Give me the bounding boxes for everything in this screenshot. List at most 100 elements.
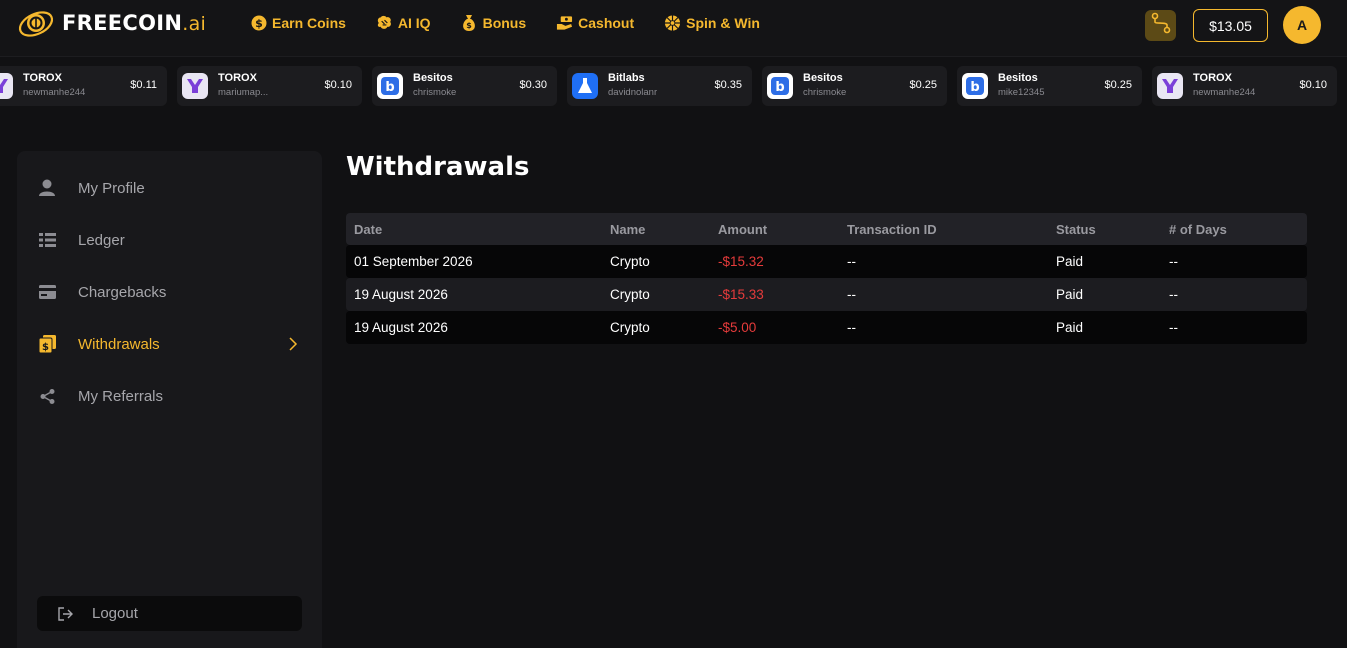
column-header-name[interactable]: Name <box>610 222 645 237</box>
column-header-status[interactable]: Status <box>1056 222 1096 237</box>
balance-button[interactable]: $13.05 <box>1193 9 1268 42</box>
nav-spin-win[interactable]: Spin & Win <box>664 15 760 32</box>
cell-days: -- <box>1169 287 1178 302</box>
ticker-name: TOROX <box>1193 72 1232 84</box>
sidebar-item-label: Chargebacks <box>78 283 167 301</box>
account-sidebar: My Profile Ledger Chargebacks $ Withdraw… <box>17 151 322 648</box>
sidebar-item-label: My Referrals <box>78 387 164 405</box>
torox-icon <box>0 73 13 99</box>
ticker-card[interactable]: TOROX mariumap... $0.10 <box>177 66 362 106</box>
sidebar-item-chargebacks[interactable]: Chargebacks <box>17 272 322 312</box>
column-header-transaction-id[interactable]: Transaction ID <box>847 222 937 237</box>
sidebar-item-label: Withdrawals <box>78 335 160 353</box>
cell-date: 19 August 2026 <box>354 287 448 302</box>
cash-hand-icon <box>556 15 573 32</box>
torox-icon <box>182 73 208 99</box>
dollar-coin-icon: $ <box>250 15 267 32</box>
ticker-user: chrismoke <box>803 87 847 98</box>
ticker-user: mariumap... <box>218 87 269 98</box>
page-title: Withdrawals <box>346 152 530 182</box>
cell-name: Crypto <box>610 254 650 269</box>
cell-days: -- <box>1169 320 1178 335</box>
ticker-card[interactable]: TOROX newmanhe244 $0.11 <box>0 66 167 106</box>
nav-ai-iq[interactable]: AI IQ <box>376 15 431 32</box>
ticker-price: $0.10 <box>1299 79 1327 91</box>
top-header: FREECOIN.ai $ Earn Coins AI IQ $ Bonus C… <box>0 0 1347 57</box>
cell-transaction-id: -- <box>847 287 856 302</box>
ticker-user: newmanhe244 <box>1193 87 1256 98</box>
sidebar-item-withdrawals[interactable]: $ Withdrawals <box>17 324 322 364</box>
ticker-price: $0.11 <box>130 79 157 91</box>
table-row: 19 August 2026 Crypto -$5.00 -- Paid -- <box>346 311 1307 344</box>
nav-bonus[interactable]: $ Bonus <box>461 15 526 32</box>
brain-icon <box>376 15 393 32</box>
torox-icon <box>1157 73 1183 99</box>
user-icon <box>38 179 56 197</box>
svg-text:b: b <box>970 80 979 95</box>
earnings-ticker: TOROX newmanhe244 $0.11 TOROX mariumap..… <box>0 66 1347 107</box>
column-header-days[interactable]: # of Days <box>1169 222 1227 237</box>
ticker-name: Besitos <box>803 72 843 84</box>
svg-text:b: b <box>775 80 784 95</box>
table-header: Date Name Amount Transaction ID Status #… <box>346 213 1307 245</box>
logout-button[interactable]: Logout <box>37 596 302 631</box>
ticker-name: Besitos <box>998 72 1038 84</box>
ledger-icon <box>38 231 56 249</box>
wheel-icon <box>664 15 681 32</box>
ticker-card[interactable]: b Besitos mike12345 $0.25 <box>957 66 1142 106</box>
sidebar-item-label: Ledger <box>78 231 125 249</box>
route-button[interactable] <box>1145 10 1176 41</box>
svg-text:$: $ <box>42 342 49 353</box>
logout-icon <box>57 606 73 622</box>
cell-date: 01 September 2026 <box>354 254 473 269</box>
column-header-amount[interactable]: Amount <box>718 222 767 237</box>
money-bag-icon: $ <box>461 15 478 32</box>
ticker-name: Bitlabs <box>608 72 645 84</box>
column-header-date[interactable]: Date <box>354 222 382 237</box>
cell-status: Paid <box>1056 287 1084 302</box>
cell-date: 19 August 2026 <box>354 320 448 335</box>
svg-text:$: $ <box>255 17 263 30</box>
ticker-price: $0.10 <box>324 79 352 91</box>
chevron-right-icon <box>287 336 299 352</box>
cell-amount: -$15.33 <box>718 287 764 302</box>
ticker-card[interactable]: b Besitos chrismoke $0.30 <box>372 66 557 106</box>
ticker-price: $0.35 <box>714 79 742 91</box>
ticker-price: $0.25 <box>1104 79 1132 91</box>
ticker-user: chrismoke <box>413 87 457 98</box>
wallet-icon: $ <box>38 335 56 353</box>
card-icon <box>38 283 56 301</box>
sidebar-item-my-profile[interactable]: My Profile <box>17 168 322 208</box>
ticker-card[interactable]: TOROX newmanhe244 $0.10 <box>1152 66 1337 106</box>
share-icon <box>38 387 56 405</box>
ticker-card[interactable]: Bitlabs davidnolanr $0.35 <box>567 66 752 106</box>
cell-status: Paid <box>1056 320 1084 335</box>
ticker-price: $0.30 <box>519 79 547 91</box>
ticker-user: mike12345 <box>998 87 1045 98</box>
table-row: 01 September 2026 Crypto -$15.32 -- Paid… <box>346 245 1307 278</box>
ticker-name: TOROX <box>23 72 62 84</box>
ticker-card[interactable]: b Besitos chrismoke $0.25 <box>762 66 947 106</box>
avatar[interactable]: A <box>1283 6 1321 44</box>
sidebar-item-ledger[interactable]: Ledger <box>17 220 322 260</box>
table-row: 19 August 2026 Crypto -$15.33 -- Paid -- <box>346 278 1307 311</box>
svg-text:$: $ <box>466 21 472 30</box>
ticker-name: TOROX <box>218 72 257 84</box>
route-icon <box>1150 12 1172 39</box>
ticker-price: $0.25 <box>909 79 937 91</box>
bitlabs-flask-icon <box>572 73 598 99</box>
sidebar-item-my-referrals[interactable]: My Referrals <box>17 376 322 416</box>
cell-amount: -$5.00 <box>718 320 757 335</box>
nav-earn-coins[interactable]: $ Earn Coins <box>250 15 346 32</box>
cell-amount: -$15.32 <box>718 254 764 269</box>
freecoin-logo[interactable]: FREECOIN.ai <box>16 8 206 38</box>
cell-transaction-id: -- <box>847 254 856 269</box>
ticker-user: davidnolanr <box>608 87 658 98</box>
cell-name: Crypto <box>610 320 650 335</box>
ticker-user: newmanhe244 <box>23 87 86 98</box>
besitos-icon: b <box>377 73 403 99</box>
nav-cashout[interactable]: Cashout <box>556 15 634 32</box>
besitos-icon: b <box>962 73 988 99</box>
sidebar-item-label: My Profile <box>78 179 145 197</box>
cell-transaction-id: -- <box>847 320 856 335</box>
